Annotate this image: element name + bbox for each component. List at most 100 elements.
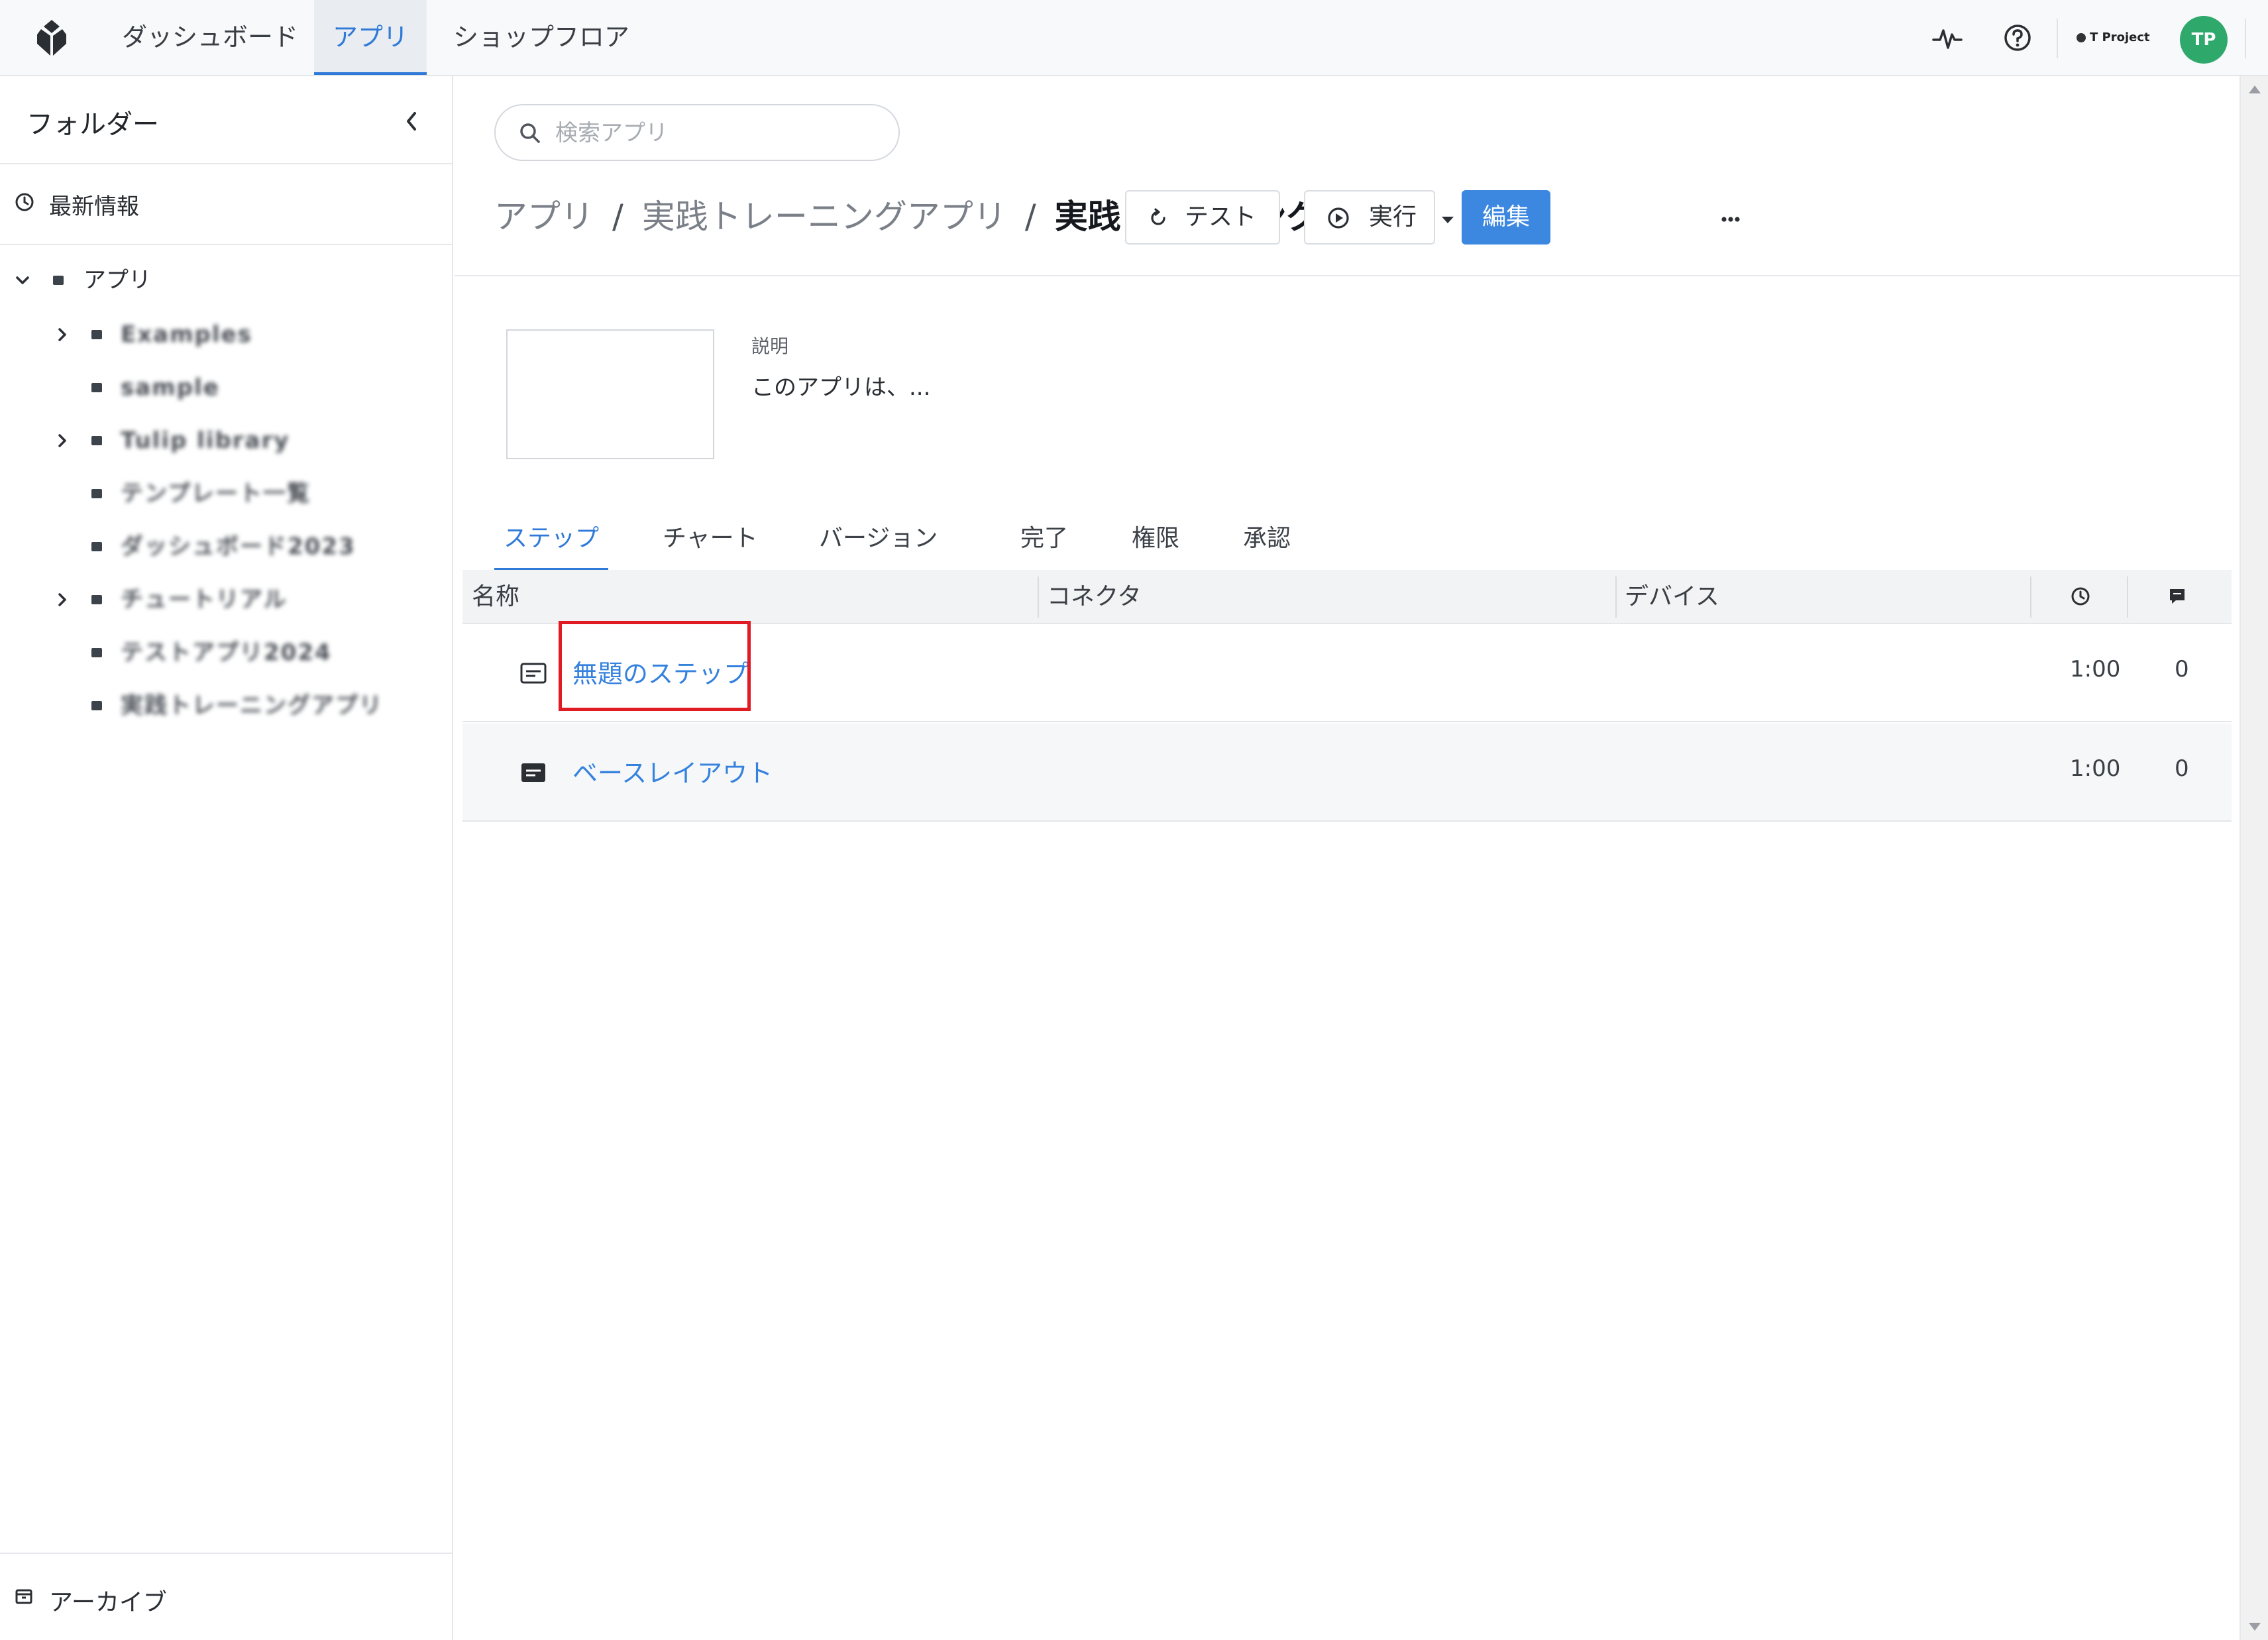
activity-pulse-icon[interactable] [1932,23,1963,53]
nav-tab-dashboard[interactable]: ダッシュボード [103,0,317,75]
nav-divider [2245,19,2246,58]
column-header-connector[interactable]: コネクタ [1047,570,1142,624]
tulip-logo-icon[interactable] [30,17,73,60]
scroll-down-arrow-icon[interactable] [2249,1623,2261,1631]
run-button[interactable]: 実行 [1304,190,1435,245]
folder-icon [91,542,102,551]
folder-icon [91,595,102,604]
folder-icon [91,330,102,339]
tab-charts[interactable]: チャート [653,507,767,571]
breadcrumb-root[interactable]: アプリ [494,197,594,236]
folder-icon [91,489,102,498]
vertical-scrollbar[interactable] [2240,76,2268,1640]
table-row[interactable]: ベースレイアウト 1:00 0 [462,724,2232,822]
help-icon[interactable] [2002,23,2033,53]
sidebar-folder-item[interactable]: チュートリアル [53,580,437,620]
folder-label: Examples [121,321,252,348]
folder-icon [91,436,102,445]
step-name-link[interactable]: ベースレイアウト [572,753,773,789]
sidebar-folder-item[interactable]: Examples [53,315,437,355]
sidebar-folder-item[interactable]: ダッシュボード2023 [53,527,437,567]
search-input[interactable] [554,117,885,149]
tab-permissions[interactable]: 権限 [1122,507,1189,571]
header-divider [455,275,2240,276]
tab-versions[interactable]: バージョン [810,507,947,571]
tab-completions[interactable]: 完了 [1011,507,1077,571]
tab-approvals[interactable]: 承認 [1234,507,1300,571]
caret-down-icon[interactable] [1438,209,1458,229]
search-icon [520,123,540,143]
refresh-icon [1151,208,1165,225]
folder-label: 実践トレーニングアプリ [121,692,383,719]
folder-icon [91,701,102,710]
top-navigation-bar: ダッシュボード アプリ ショップフロア T Project TP [0,0,2268,76]
chevron-right-icon[interactable] [53,590,72,609]
folder-label: テストアプリ2024 [121,639,332,666]
column-header-device[interactable]: デバイス [1625,570,1719,624]
sidebar-folder-item[interactable]: 実践トレーニングアプリ [53,686,437,726]
folder-label: アプリ [83,267,151,294]
chevron-right-icon[interactable] [53,325,72,344]
archive-icon [15,1589,32,1604]
test-button[interactable]: テスト [1125,190,1280,245]
step-icon [520,663,547,684]
sidebar-item-recent[interactable]: 最新情報 [0,166,452,245]
edit-button[interactable]: 編集 [1462,190,1550,245]
base-layout-icon [521,763,545,782]
highlight-annotation-box [559,621,751,711]
collapse-sidebar-icon[interactable] [402,108,423,135]
folder-label: Tulip library [121,427,290,454]
sidebar-folder-apps[interactable]: アプリ [13,260,437,300]
nav-tab-apps[interactable]: アプリ [314,0,427,75]
column-divider [1038,576,1039,618]
column-divider [1615,576,1617,618]
nav-divider [2057,19,2058,58]
column-divider [2127,576,2128,618]
steps-table-header: 名称 コネクタ デバイス [462,570,2232,624]
nav-tab-shop-floor[interactable]: ショップフロア [435,0,648,75]
sidebar-item-label: 最新情報 [49,193,139,220]
sidebar-header: フォルダー [0,76,452,164]
folder-label: テンプレート一覧 [121,480,311,507]
comment-icon [2170,589,2185,604]
run-button-label: 実行 [1369,203,1417,231]
folder-label: ダッシュボード2023 [121,533,356,560]
step-time: 1:00 [2070,755,2121,782]
project-name: T Project [2090,30,2150,44]
sidebar-item-archive[interactable]: アーカイブ [0,1553,452,1640]
step-comment-count: 0 [2175,656,2189,683]
column-header-name[interactable]: 名称 [472,570,519,624]
clock-icon [2071,587,2090,606]
description-text[interactable]: このアプリは、... [751,369,930,402]
column-divider [2030,576,2031,618]
main-content: アプリ/実践トレーニングアプリ/実践トレーニングアプリ テスト 実行 編集 説明… [455,76,2240,1640]
project-logo-icon [2077,33,2086,42]
tab-steps[interactable]: ステップ [494,507,609,571]
folder-sidebar: フォルダー 最新情報 アプリ Examples sample Tulip lib… [0,76,453,1640]
breadcrumb-separator: / [1024,197,1036,236]
folder-icon [91,383,102,392]
folder-icon [91,648,102,657]
step-time: 1:00 [2070,656,2121,683]
app-thumbnail[interactable] [506,329,714,459]
breadcrumb-folder[interactable]: 実践トレーニングアプリ [642,197,1006,236]
more-options-icon[interactable] [1711,206,1751,233]
chevron-down-icon[interactable] [13,271,32,290]
project-logo[interactable]: T Project [2077,23,2150,53]
sidebar-item-label: アーカイブ [49,1589,167,1616]
folder-label: sample [121,374,220,401]
sidebar-title: フォルダー [27,109,159,140]
breadcrumb-separator: / [612,197,623,236]
sidebar-folder-item[interactable]: テストアプリ2024 [53,633,437,673]
sidebar-folder-item[interactable]: Tulip library [53,421,437,461]
sidebar-folder-item[interactable]: sample [53,368,437,408]
search-box[interactable] [494,104,900,161]
sidebar-folder-item[interactable]: テンプレート一覧 [53,474,437,514]
folder-label: チュートリアル [121,586,288,613]
scroll-up-arrow-icon[interactable] [2249,85,2261,93]
chevron-right-icon[interactable] [53,431,72,450]
user-avatar[interactable]: TP [2180,16,2228,64]
play-circle-icon [1328,207,1349,229]
folder-icon [53,276,64,285]
step-comment-count: 0 [2175,755,2189,782]
